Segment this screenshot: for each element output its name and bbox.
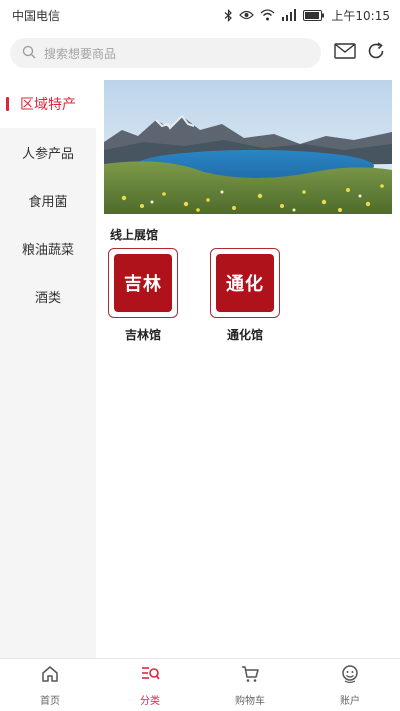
- refresh-button[interactable]: [363, 39, 390, 67]
- tab-label: 购物车: [235, 695, 265, 707]
- sidebar-item-regional-specialties[interactable]: 区域特产: [0, 80, 96, 128]
- venue-tonghua[interactable]: 通化 通化馆: [210, 248, 280, 343]
- sidebar-item-label: 区域特产: [20, 97, 76, 113]
- tab-label: 首页: [40, 695, 60, 707]
- sidebar-item-ginseng-products[interactable]: 人参产品: [0, 128, 96, 176]
- search-placeholder: 搜索想要商品: [44, 46, 117, 61]
- banner-image[interactable]: [104, 80, 392, 214]
- sidebar-item-grain-oil-vegetables[interactable]: 粮油蔬菜: [0, 224, 96, 272]
- clock-label: 上午10:15: [331, 8, 390, 23]
- wifi-icon: [260, 8, 275, 22]
- sidebar-item-label: 酒类: [34, 290, 61, 306]
- battery-icon: [303, 8, 325, 22]
- venue-logo-text: 吉林: [124, 274, 162, 295]
- category-content: 线上展馆 吉林 吉林馆 通化 通化馆: [96, 80, 400, 658]
- tab-cart[interactable]: 购物车: [200, 659, 300, 711]
- search-header: 搜索想要商品: [0, 30, 400, 76]
- category-icon: [140, 664, 160, 688]
- sidebar-item-label: 人参产品: [21, 146, 74, 162]
- section-title: 线上展馆: [110, 228, 159, 242]
- cart-icon: [240, 664, 260, 688]
- tab-category[interactable]: 分类: [100, 659, 200, 711]
- signal-icon: [281, 8, 297, 22]
- category-sidebar: 区域特产 人参产品 食用菌 粮油蔬菜 酒类: [0, 80, 96, 658]
- venue-name: 通化馆: [226, 328, 263, 342]
- status-icons: 上午10:15: [224, 7, 390, 24]
- carrier-label: 中国电信: [12, 8, 61, 23]
- sidebar-item-edible-fungi[interactable]: 食用菌: [0, 176, 96, 224]
- venue-list: 吉林 吉林馆 通化 通化馆: [108, 248, 280, 343]
- search-input[interactable]: 搜索想要商品: [10, 38, 322, 68]
- eye-icon: [239, 8, 255, 22]
- sidebar-item-label: 食用菌: [28, 194, 68, 210]
- status-bar: 中国电信 上午10:15: [0, 0, 400, 30]
- venue-logo: 通化: [210, 248, 280, 318]
- tab-label: 分类: [140, 695, 160, 707]
- venue-logo-text: 通化: [226, 274, 264, 295]
- venue-logo: 吉林: [108, 248, 178, 318]
- tab-home[interactable]: 首页: [0, 659, 100, 711]
- bottom-tab-bar: 首页 分类 购物车 账户: [0, 658, 400, 711]
- mail-icon: [334, 43, 356, 63]
- refresh-icon: [366, 41, 386, 65]
- tab-account[interactable]: 账户: [300, 659, 400, 711]
- mail-button[interactable]: [331, 39, 358, 67]
- home-icon: [40, 664, 60, 688]
- account-icon: [340, 664, 360, 688]
- venue-name: 吉林馆: [124, 328, 161, 342]
- bluetooth-icon: [224, 8, 233, 22]
- sidebar-item-liquor[interactable]: 酒类: [0, 272, 96, 320]
- sidebar-item-label: 粮油蔬菜: [21, 242, 74, 258]
- venue-jilin[interactable]: 吉林 吉林馆: [108, 248, 178, 343]
- search-icon: [22, 44, 36, 63]
- tab-label: 账户: [340, 695, 360, 707]
